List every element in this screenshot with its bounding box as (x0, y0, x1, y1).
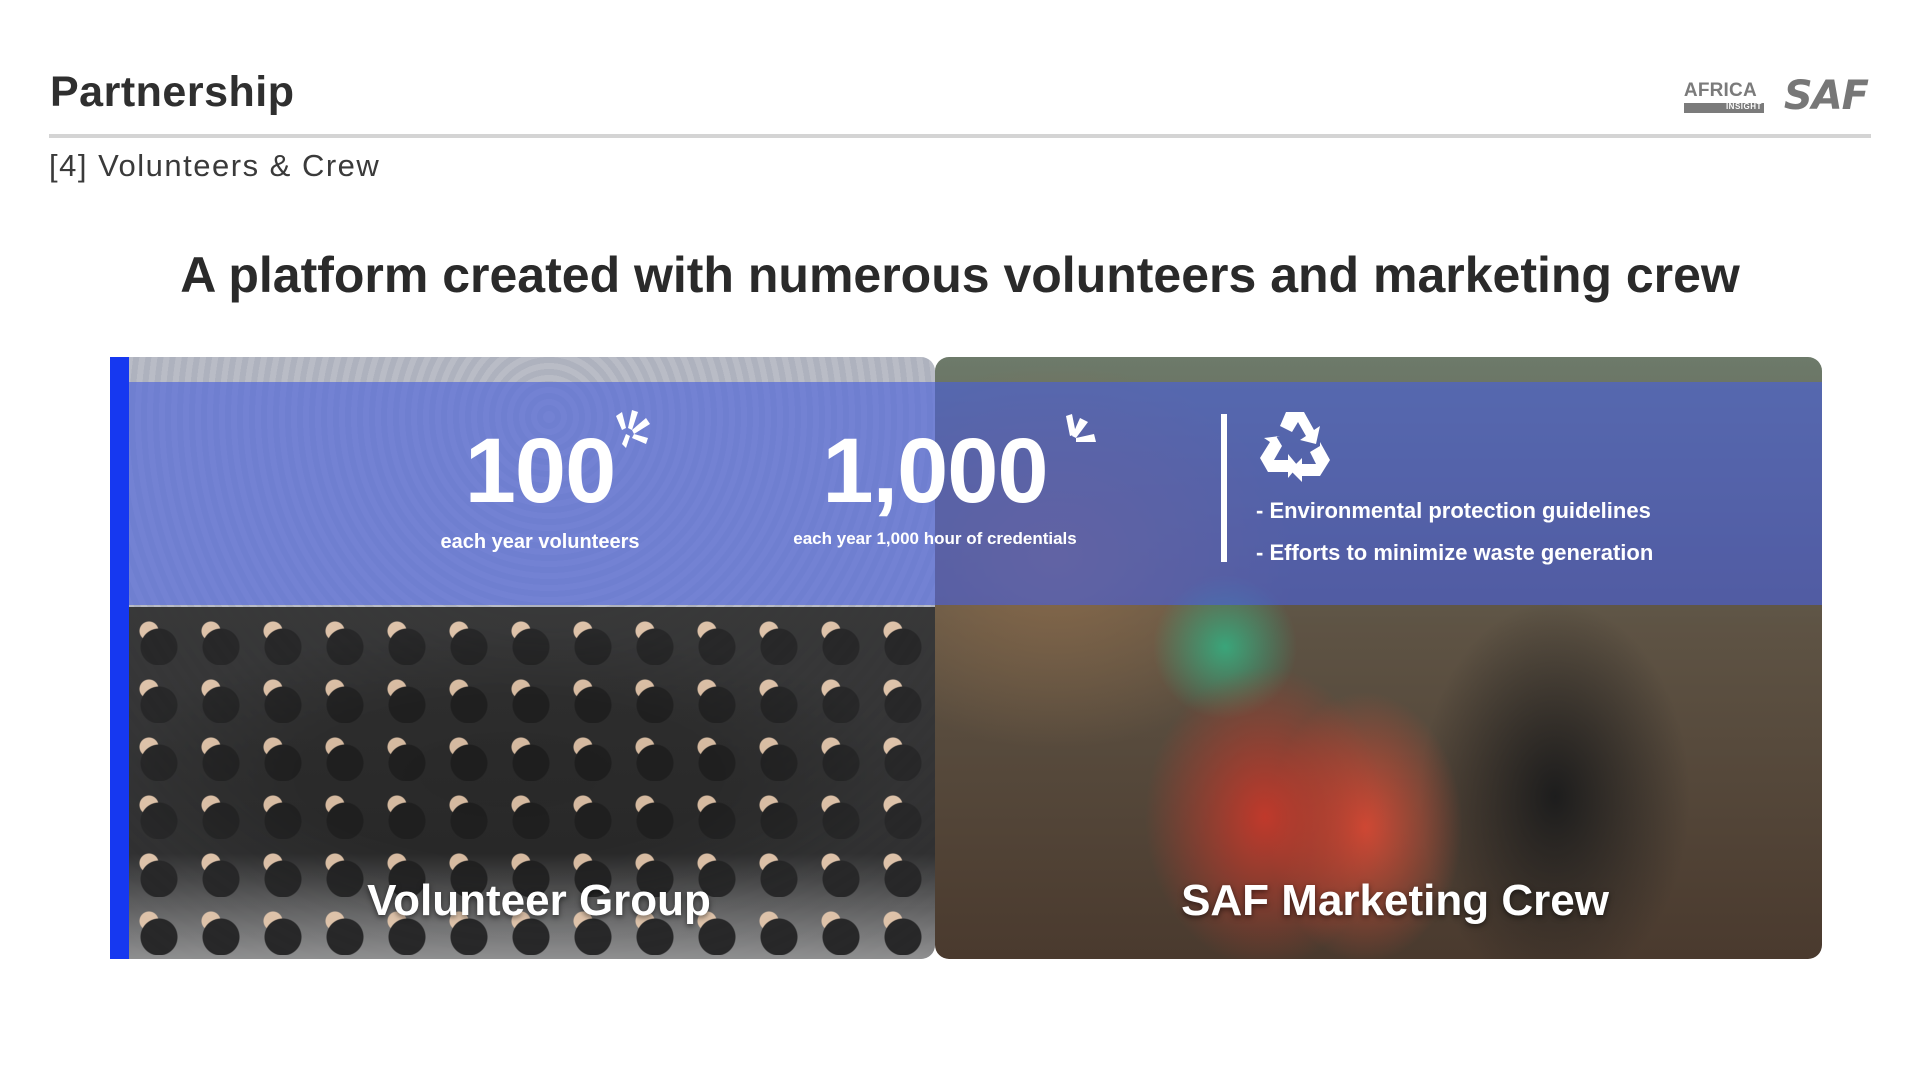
stat-volunteers-label: each year volunteers (440, 531, 640, 553)
africa-logo-word: AFRICA (1683, 80, 1757, 101)
africa-insight-logo: AFRICA INSIGHT (1683, 76, 1766, 116)
partner-logos: AFRICA INSIGHT SAF (1683, 73, 1869, 119)
saf-logo: SAF (1783, 73, 1869, 119)
stats-divider (1221, 414, 1227, 562)
africa-logo-sub: INSIGHT (1725, 102, 1762, 111)
list-item: - Environmental protection guidelines (1256, 498, 1651, 523)
eco-guidelines-list: - Environmental protection guidelines - … (1256, 490, 1653, 574)
stat-credential-hours-label: each year 1,000 hour of credentials (793, 529, 1077, 548)
slide-headline: A platform created with numerous volunte… (180, 247, 1740, 303)
page-title: Partnership (50, 68, 295, 116)
header-divider (49, 134, 1871, 138)
section-subheading: [4] Volunteers & Crew (49, 148, 381, 183)
sparkle-icon (1066, 414, 1096, 442)
recycle-icon (1260, 412, 1330, 482)
volunteer-group-caption: Volunteer Group (367, 876, 711, 925)
list-item: - Efforts to minimize waste generation (1256, 540, 1654, 565)
sparkle-icon (616, 410, 650, 448)
accent-bar (110, 357, 129, 959)
marketing-crew-caption: SAF Marketing Crew (1181, 876, 1609, 925)
